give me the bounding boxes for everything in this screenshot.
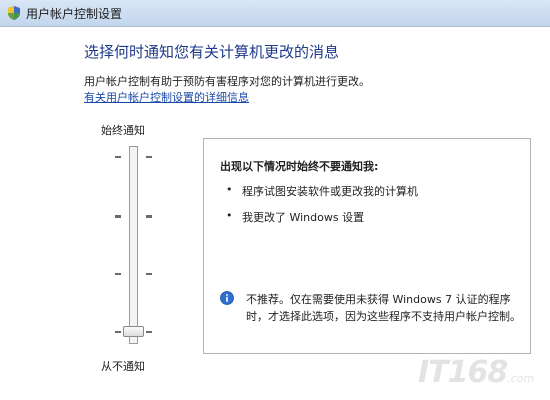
title-bar: 用户帐户控制设置 <box>0 0 550 27</box>
notification-level-slider[interactable] <box>110 146 160 346</box>
slider-tick <box>146 273 152 275</box>
slider-tick <box>146 215 152 218</box>
bullet-icon: • <box>226 183 233 196</box>
slider-tick <box>146 156 152 158</box>
slider-tick <box>115 331 121 333</box>
info-icon <box>220 291 234 305</box>
slider-bottom-label: 从不通知 <box>101 360 145 373</box>
slider-track[interactable] <box>129 146 138 344</box>
slider-top-label: 始终通知 <box>101 124 145 137</box>
description-box: 出现以下情况时始终不要通知我: • 程序试图安装软件或更改我的计算机 • 我更改… <box>203 138 531 354</box>
slider-thumb[interactable] <box>123 326 144 337</box>
watermark-brand: IT168 <box>418 355 508 390</box>
recommendation-note: 不推荐。仅在需要使用未获得 Windows 7 认证的程序时，才选择此选项，因为… <box>246 293 521 323</box>
list-item: 程序试图安装软件或更改我的计算机 <box>242 185 418 198</box>
page-description: 用户帐户控制有助于预防有害程序对您的计算机进行更改。 <box>84 75 370 88</box>
page-heading: 选择何时通知您有关计算机更改的消息 <box>84 43 340 61</box>
slider-tick <box>115 215 121 218</box>
watermark-suffix: .com <box>507 372 535 385</box>
slider-tick <box>115 156 121 158</box>
slider-tick <box>146 331 152 333</box>
slider-tick <box>115 273 121 275</box>
window-title: 用户帐户控制设置 <box>26 7 123 21</box>
bullet-icon: • <box>226 209 233 222</box>
watermark-logo: IT168.com <box>418 355 534 390</box>
uac-details-link[interactable]: 有关用户帐户控制设置的详细信息 <box>84 89 249 105</box>
shield-icon <box>8 6 20 20</box>
box-title: 出现以下情况时始终不要通知我: <box>220 160 379 173</box>
list-item: 我更改了 Windows 设置 <box>242 211 365 224</box>
